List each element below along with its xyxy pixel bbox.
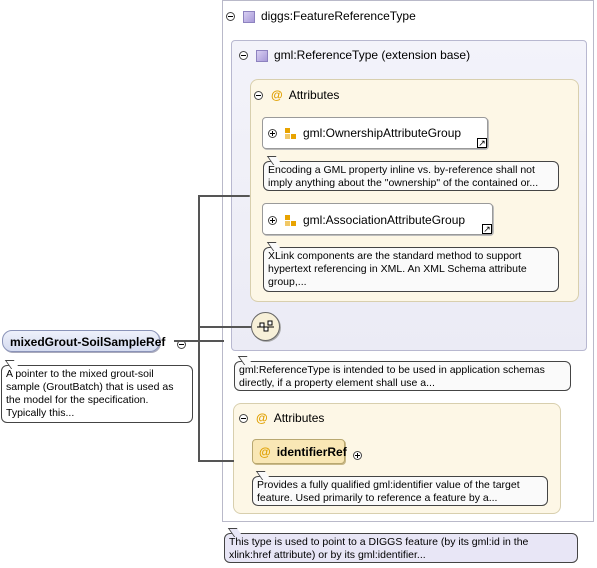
reference-type-base-header[interactable]: gml:ReferenceType (extension base) bbox=[239, 48, 470, 62]
association-attribute-group-label: gml:AssociationAttributeGroup bbox=[303, 213, 466, 227]
root-element-doc: A pointer to the mixed grout-soil sample… bbox=[1, 365, 193, 423]
attribute-icon: @ bbox=[259, 445, 271, 459]
complex-type-icon bbox=[243, 10, 255, 23]
connector-line bbox=[198, 326, 251, 328]
collapse-icon[interactable] bbox=[254, 91, 263, 101]
attribute-icon: @ bbox=[271, 88, 283, 102]
expand-icon[interactable] bbox=[268, 129, 277, 139]
attribute-icon: @ bbox=[256, 411, 268, 425]
outer-attributes-label: Attributes bbox=[273, 411, 325, 425]
connector-line bbox=[198, 195, 250, 197]
ownership-attribute-group-doc: Encoding a GML property inline vs. by-re… bbox=[263, 161, 559, 191]
outer-attributes-header[interactable]: @ Attributes bbox=[239, 411, 324, 425]
inner-attributes-header[interactable]: @ Attributes bbox=[254, 88, 339, 102]
identifier-ref-header: @ identifierRef bbox=[255, 445, 347, 459]
attribute-group-icon bbox=[285, 127, 297, 140]
reference-type-base-doc: gml:ReferenceType is intended to be used… bbox=[234, 361, 571, 391]
sequence-compositor-icon[interactable] bbox=[251, 312, 280, 341]
root-element-label: mixedGrout-SoilSampleRef bbox=[10, 335, 166, 349]
feature-reference-type-header[interactable]: diggs:FeatureReferenceType bbox=[226, 9, 416, 23]
connector-line bbox=[198, 460, 234, 462]
attribute-group-icon bbox=[285, 214, 297, 227]
identifier-ref-label: identifierRef bbox=[276, 445, 347, 459]
inner-attributes-label: Attributes bbox=[288, 88, 340, 102]
connector-line bbox=[198, 195, 200, 461]
feature-reference-type-label: diggs:FeatureReferenceType bbox=[261, 9, 416, 23]
association-attribute-group-doc: XLink components are the standard method… bbox=[263, 247, 559, 292]
reference-arrow-icon[interactable]: ↗ bbox=[482, 224, 492, 234]
complex-type-icon bbox=[256, 49, 268, 62]
association-attribute-group-header: gml:AssociationAttributeGroup bbox=[268, 213, 465, 227]
feature-reference-type-doc: This type is used to point to a DIGGS fe… bbox=[224, 533, 578, 563]
reference-arrow-icon[interactable]: ↗ bbox=[477, 138, 487, 148]
reference-type-base-label: gml:ReferenceType (extension base) bbox=[274, 48, 471, 62]
identifier-ref-doc: Provides a fully qualified gml:identifie… bbox=[252, 476, 548, 506]
collapse-icon[interactable] bbox=[226, 12, 235, 22]
expand-icon[interactable] bbox=[268, 216, 277, 226]
ownership-attribute-group-header: gml:OwnershipAttributeGroup bbox=[268, 126, 461, 140]
sequence-glyph-icon bbox=[257, 320, 274, 332]
collapse-icon[interactable] bbox=[239, 51, 248, 61]
ownership-attribute-group-label: gml:OwnershipAttributeGroup bbox=[303, 126, 462, 140]
collapse-icon[interactable] bbox=[239, 414, 248, 424]
